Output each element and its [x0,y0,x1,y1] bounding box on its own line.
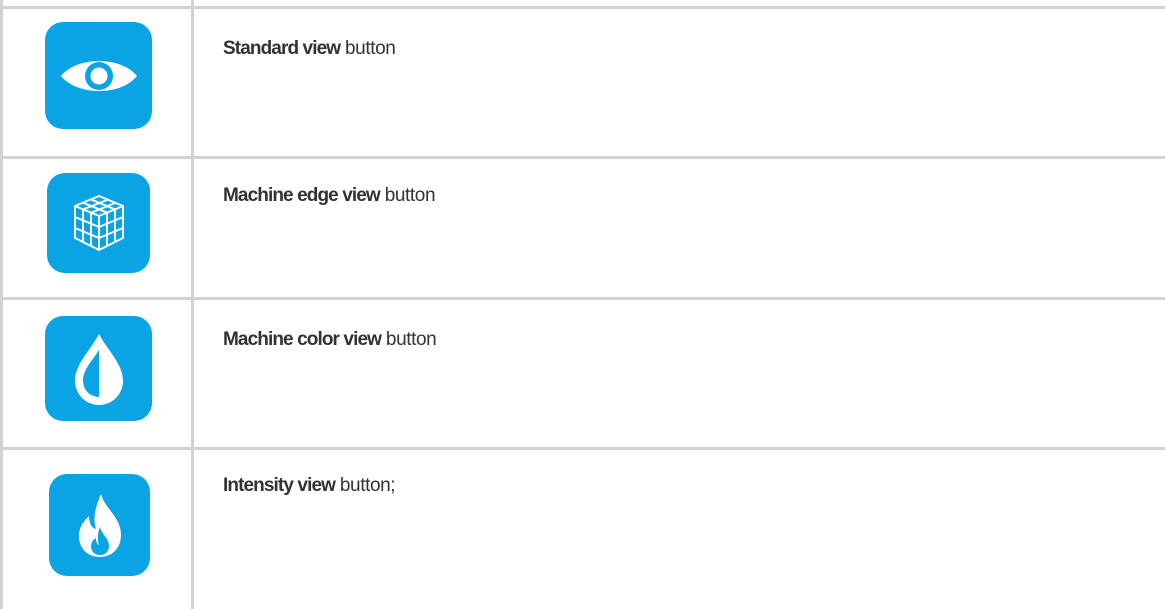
button-suffix: button [381,329,437,350]
button-suffix: button; [335,475,396,496]
machine-color-view-description: Machine color view button [223,329,437,351]
table-row-machine-color-view: Machine color view button [0,297,1165,447]
table-row-standard-view: Standard view button [0,0,1165,156]
flame-icon [49,474,150,576]
machine-edge-view-description: Machine edge view button [223,185,436,207]
half-drop-icon [45,316,152,421]
cube-wireframe-icon [47,173,150,273]
eye-icon [45,22,152,129]
intensity-view-description: Intensity view button; [223,475,396,497]
button-name: Standard view [223,38,341,59]
button-suffix: button [379,185,436,206]
standard-view-description: Standard view button [223,38,396,60]
button-name: Machine color view [223,329,382,350]
table-row-machine-edge-view: Machine edge view button [0,156,1165,297]
button-suffix: button [340,38,396,59]
table-row-intensity-view: Intensity view button; [0,447,1165,609]
button-name: Intensity view [223,475,336,496]
button-reference-table: Standard view button Machine edge view b… [0,0,1165,609]
button-name: Machine edge view [223,185,381,206]
